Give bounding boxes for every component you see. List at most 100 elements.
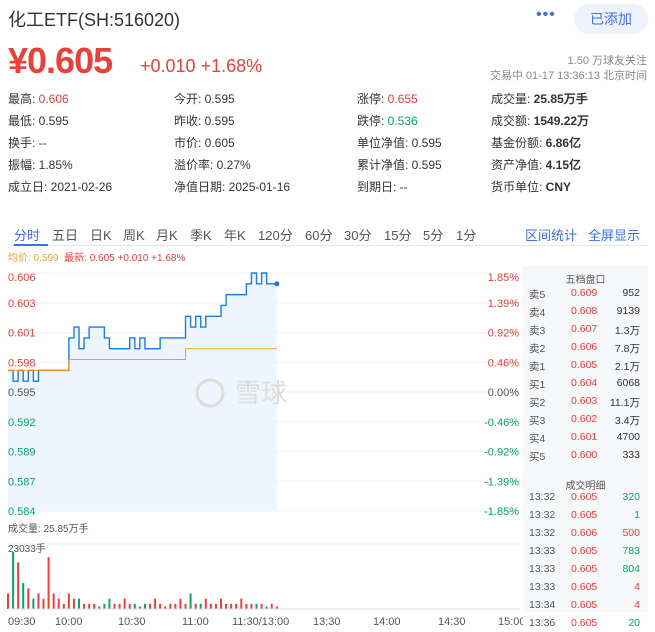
order-volume: 7.8万 bbox=[614, 343, 640, 355]
stat-item: 成交额: 1549.22万 bbox=[491, 112, 589, 129]
stat-value: 0.605 bbox=[201, 136, 235, 150]
stat-item: 单位净值: 0.595 bbox=[357, 134, 442, 151]
volume-bar bbox=[93, 603, 96, 609]
volume-bar bbox=[57, 598, 60, 609]
tab-0[interactable]: 分时 bbox=[14, 225, 40, 244]
volume-bar bbox=[260, 603, 263, 609]
order-level: 买3 bbox=[529, 415, 546, 427]
stat-value: 0.595 bbox=[35, 114, 69, 128]
tab-12[interactable]: 1分 bbox=[456, 225, 476, 244]
trade-row: 13:33 0.605 783 bbox=[523, 542, 648, 560]
pct-axis-label: 0.92% bbox=[488, 328, 519, 340]
trade-price: 0.606 bbox=[571, 527, 598, 539]
order-level: 买1 bbox=[529, 379, 546, 391]
stat-item: 涨停: 0.655 bbox=[357, 90, 418, 107]
volume-bar bbox=[83, 603, 86, 609]
stat-item: 最低: 0.595 bbox=[8, 112, 69, 129]
stat-value: 4.15亿 bbox=[542, 158, 582, 172]
trade-row: 13:34 0.605 4 bbox=[523, 596, 648, 614]
volume-max-label: 23033手 bbox=[8, 544, 46, 555]
trade-price: 0.605 bbox=[571, 491, 598, 503]
chart-tabs: 分时 五日 日K 周K 月K 季K 年K 120分 60分 30分 15分 5分 1分 区间统计 全屏显示 bbox=[8, 218, 648, 246]
range-stats-button[interactable]: 区间统计 bbox=[525, 225, 577, 244]
pct-axis-label: -0.46% bbox=[484, 417, 519, 429]
volume-bar bbox=[27, 588, 30, 609]
volume-bar bbox=[245, 603, 248, 609]
active-tab-underline bbox=[14, 244, 48, 246]
x-axis-label: 11:00 bbox=[182, 616, 209, 628]
stat-value: 0.595 bbox=[408, 136, 442, 150]
order-book-row: 卖2 0.606 7.8万 bbox=[523, 338, 648, 356]
y-axis-label: 0.587 bbox=[8, 476, 36, 488]
added-button[interactable]: 已添加 bbox=[574, 4, 648, 34]
x-axis-label: 11:30/13:00 bbox=[232, 616, 289, 628]
tab-1[interactable]: 五日 bbox=[52, 225, 78, 244]
stat-value: 2021-02-26 bbox=[47, 180, 113, 194]
stat-label: 市价: bbox=[174, 136, 202, 150]
stat-value: 0.595 bbox=[408, 158, 442, 172]
tab-11[interactable]: 5分 bbox=[423, 225, 443, 244]
volume-bar bbox=[12, 552, 15, 609]
tab-6[interactable]: 年K bbox=[224, 225, 246, 244]
intraday-chart[interactable]: 雪球 0.606 0.603 0.601 0.598 0.595 0.592 0.589 0.5… bbox=[0, 262, 523, 632]
pct-axis-label: -0.92% bbox=[484, 447, 519, 459]
x-axis-label: 15:00 bbox=[498, 616, 523, 628]
order-price: 0.602 bbox=[571, 413, 598, 425]
x-axis-label: 14:30 bbox=[438, 616, 466, 628]
order-level: 卖3 bbox=[529, 325, 546, 337]
trade-time: 13:33 bbox=[529, 563, 556, 575]
stat-label: 单位净值: bbox=[357, 136, 409, 150]
tab-3[interactable]: 周K bbox=[123, 225, 145, 244]
volume-bar bbox=[154, 598, 157, 609]
order-level: 买5 bbox=[529, 451, 546, 463]
tab-5[interactable]: 季K bbox=[190, 225, 212, 244]
volume-bar bbox=[204, 598, 207, 609]
price-change: +0.010 +1.68% bbox=[140, 56, 262, 77]
stat-item: 成交量: 25.85万手 bbox=[491, 90, 588, 107]
order-volume: 6068 bbox=[616, 377, 640, 389]
trade-price: 0.605 bbox=[571, 509, 598, 521]
order-price: 0.605 bbox=[571, 359, 598, 371]
tab-7[interactable]: 120分 bbox=[258, 225, 293, 244]
trade-price: 0.605 bbox=[571, 545, 598, 557]
pct-axis-label: 0.00% bbox=[488, 387, 519, 399]
pct-axis-label: 1.85% bbox=[488, 272, 519, 284]
more-icon[interactable]: ••• bbox=[536, 6, 556, 24]
stat-item: 今开: 0.595 bbox=[174, 90, 235, 107]
y-axis-label: 0.592 bbox=[8, 417, 36, 429]
trade-time: 13:32 bbox=[529, 509, 556, 521]
stat-label: 净值日期: bbox=[174, 180, 226, 194]
trade-row: 13:32 0.605 1 bbox=[523, 506, 648, 524]
stat-item: 溢价率: 0.27% bbox=[174, 156, 251, 173]
stat-label: 涨停: bbox=[357, 92, 385, 106]
fullscreen-button[interactable]: 全屏显示 bbox=[588, 225, 640, 244]
volume-bar bbox=[179, 598, 182, 609]
current-price: ¥0.605 bbox=[8, 40, 113, 81]
stat-item: 净值日期: 2025-01-16 bbox=[174, 178, 290, 195]
volume-bar bbox=[128, 603, 131, 609]
stat-label: 基金份额: bbox=[491, 136, 543, 150]
tab-4[interactable]: 月K bbox=[156, 225, 178, 244]
order-book-row: 买2 0.603 11.1万 bbox=[523, 392, 648, 410]
order-volume: 1.3万 bbox=[614, 325, 640, 337]
tab-10[interactable]: 15分 bbox=[384, 225, 411, 244]
trade-price: 0.605 bbox=[571, 617, 598, 629]
tab-9[interactable]: 30分 bbox=[344, 225, 371, 244]
volume-bar bbox=[103, 603, 106, 609]
stat-item: 换手: -- bbox=[8, 134, 47, 151]
tab-8[interactable]: 60分 bbox=[305, 225, 332, 244]
order-book-row: 卖3 0.607 1.3万 bbox=[523, 320, 648, 338]
stat-value: 6.86亿 bbox=[542, 136, 582, 150]
trade-price: 0.605 bbox=[571, 581, 598, 593]
y-axis-label: 0.606 bbox=[8, 272, 36, 284]
volume-bar bbox=[123, 598, 126, 609]
volume-bar bbox=[174, 603, 177, 609]
volume-bar bbox=[42, 598, 45, 609]
tab-2[interactable]: 日K bbox=[90, 225, 112, 244]
order-level: 卖2 bbox=[529, 343, 546, 355]
pct-axis-label: -1.39% bbox=[484, 476, 519, 488]
stat-label: 资产净值: bbox=[491, 158, 543, 172]
stat-label: 货币单位: bbox=[491, 180, 543, 194]
stat-item: 累计净值: 0.595 bbox=[357, 156, 442, 173]
stat-label: 成交额: bbox=[491, 114, 531, 128]
